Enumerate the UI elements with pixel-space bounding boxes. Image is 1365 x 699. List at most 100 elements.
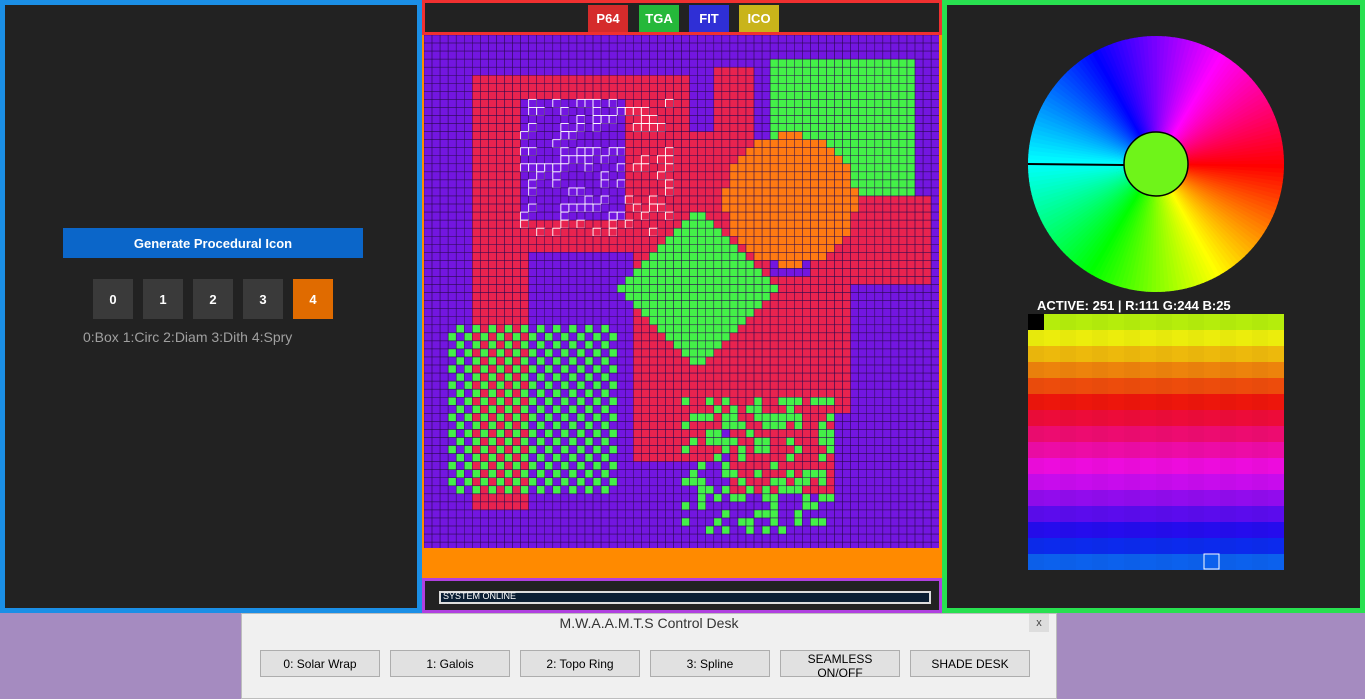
pixel-cell[interactable] xyxy=(842,405,851,414)
pixel-cell[interactable] xyxy=(512,75,521,84)
pixel-cell[interactable] xyxy=(665,397,674,406)
pixel-cell[interactable] xyxy=(705,437,715,446)
pixel-cell[interactable] xyxy=(649,34,658,44)
pixel-cell[interactable] xyxy=(689,58,698,68)
pixel-cell[interactable] xyxy=(616,268,626,277)
pixel-cell[interactable] xyxy=(657,324,666,334)
pixel-cell[interactable] xyxy=(890,405,900,414)
pixel-cell[interactable] xyxy=(584,525,594,535)
pixel-cell[interactable] xyxy=(882,388,892,398)
pixel-cell[interactable] xyxy=(496,429,505,438)
pixel-cell[interactable] xyxy=(472,429,481,438)
pixel-cell[interactable] xyxy=(874,163,884,173)
pixel-cell[interactable] xyxy=(423,397,433,406)
pixel-cell[interactable] xyxy=(544,453,554,462)
pixel-cell[interactable] xyxy=(592,123,602,133)
pixel-cell[interactable] xyxy=(673,34,682,44)
pixel-cell[interactable] xyxy=(842,380,851,390)
pixel-cell[interactable] xyxy=(882,244,892,253)
shape-diamond-button[interactable]: 2 xyxy=(193,279,233,319)
pixel-cell[interactable] xyxy=(914,380,924,390)
pixel-cell[interactable] xyxy=(898,485,908,495)
palette-swatch[interactable] xyxy=(1188,506,1204,522)
pixel-cell[interactable] xyxy=(520,115,529,124)
pixel-cell[interactable] xyxy=(608,260,618,269)
pixel-cell[interactable] xyxy=(906,493,916,503)
pixel-cell[interactable] xyxy=(488,244,497,253)
pixel-cell[interactable] xyxy=(536,541,545,551)
pixel-cell[interactable] xyxy=(850,284,859,293)
pixel-cell[interactable] xyxy=(464,227,473,237)
pixel-cell[interactable] xyxy=(464,340,473,350)
pixel-cell[interactable] xyxy=(608,34,618,44)
pixel-cell[interactable] xyxy=(616,405,626,414)
pixel-cell[interactable] xyxy=(616,421,626,430)
pixel-cell[interactable] xyxy=(761,461,771,470)
pixel-cell[interactable] xyxy=(504,236,513,245)
pixel-cell[interactable] xyxy=(866,517,876,527)
pixel-cell[interactable] xyxy=(930,533,940,543)
pixel-cell[interactable] xyxy=(616,244,626,253)
pixel-cell[interactable] xyxy=(786,364,795,374)
pixel-cell[interactable] xyxy=(536,187,545,197)
pixel-cell[interactable] xyxy=(777,107,787,116)
pixel-cell[interactable] xyxy=(794,388,803,398)
pixel-cell[interactable] xyxy=(560,364,570,374)
pixel-cell[interactable] xyxy=(930,139,940,148)
pixel-cell[interactable] xyxy=(906,533,916,543)
pixel-cell[interactable] xyxy=(729,75,739,84)
pixel-cell[interactable] xyxy=(600,58,610,68)
pixel-cell[interactable] xyxy=(713,421,723,430)
pixel-cell[interactable] xyxy=(520,501,529,511)
pixel-cell[interactable] xyxy=(906,34,916,44)
pixel-cell[interactable] xyxy=(536,364,545,374)
pixel-cell[interactable] xyxy=(882,308,892,318)
pixel-cell[interactable] xyxy=(745,115,755,124)
pixel-cell[interactable] xyxy=(802,477,811,487)
pixel-cell[interactable] xyxy=(641,364,650,374)
pixel-cell[interactable] xyxy=(504,413,513,422)
pixel-cell[interactable] xyxy=(600,123,610,132)
pixel-cell[interactable] xyxy=(697,372,707,382)
pixel-cell[interactable] xyxy=(737,501,747,511)
pixel-cell[interactable] xyxy=(777,372,787,382)
palette-swatch[interactable] xyxy=(1028,554,1044,570)
pixel-cell[interactable] xyxy=(874,437,884,446)
pixel-cell[interactable] xyxy=(576,364,586,374)
pixel-cell[interactable] xyxy=(552,211,562,221)
pixel-cell[interactable] xyxy=(681,219,690,229)
pixel-cell[interactable] xyxy=(536,211,545,221)
pixel-cell[interactable] xyxy=(624,106,634,116)
pixel-cell[interactable] xyxy=(600,187,610,197)
pixel-cell[interactable] xyxy=(906,227,916,237)
pixel-cell[interactable] xyxy=(431,227,441,237)
pixel-cell[interactable] xyxy=(689,509,698,519)
pixel-cell[interactable] xyxy=(423,163,433,173)
pixel-cell[interactable] xyxy=(729,509,739,519)
pixel-grid[interactable] xyxy=(423,34,940,551)
pixel-cell[interactable] xyxy=(480,485,489,495)
pixel-cell[interactable] xyxy=(439,388,449,398)
pixel-cell[interactable] xyxy=(810,372,819,382)
pixel-cell[interactable] xyxy=(729,260,739,269)
pixel-cell[interactable] xyxy=(906,525,916,535)
pixel-cell[interactable] xyxy=(930,308,940,318)
pixel-cell[interactable] xyxy=(834,453,843,462)
pixel-cell[interactable] xyxy=(826,453,835,462)
pixel-cell[interactable] xyxy=(447,107,457,116)
pixel-cell[interactable] xyxy=(753,397,763,406)
pixel-cell[interactable] xyxy=(568,219,578,229)
pixel-cell[interactable] xyxy=(544,501,554,511)
pixel-cell[interactable] xyxy=(826,219,835,229)
pixel-cell[interactable] xyxy=(552,147,562,156)
pixel-cell[interactable] xyxy=(560,437,570,446)
palette-swatch[interactable] xyxy=(1140,346,1156,362)
pixel-cell[interactable] xyxy=(568,99,578,108)
pixel-cell[interactable] xyxy=(576,461,586,470)
pixel-cell[interactable] xyxy=(512,219,521,229)
pixel-cell[interactable] xyxy=(520,42,529,52)
pixel-cell[interactable] xyxy=(842,75,851,84)
pixel-cell[interactable] xyxy=(890,236,900,245)
pixel-cell[interactable] xyxy=(512,388,521,398)
pixel-cell[interactable] xyxy=(504,171,513,181)
